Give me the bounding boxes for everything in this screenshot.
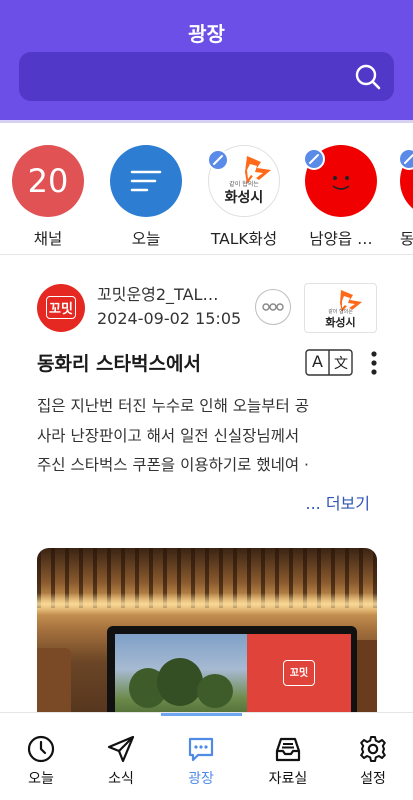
thumb-logo-text: 화성시 xyxy=(325,316,356,329)
avatar-text: 꼬밋 xyxy=(49,302,73,317)
nav-item-settings[interactable]: 설정 xyxy=(332,713,413,800)
channel-item-partial[interactable]: 동 xyxy=(398,145,413,249)
translate-glyph-right: 文 xyxy=(334,356,348,372)
search-icon[interactable] xyxy=(352,61,384,93)
nav-item-plaza[interactable]: 광장 xyxy=(160,713,242,800)
post-body-line: 집은 지난번 터진 누수로 인해 오늘부터 공 xyxy=(37,397,309,415)
inbox-icon xyxy=(275,737,301,762)
channel-count: 20 xyxy=(27,162,69,200)
channel-label: 채널 xyxy=(33,230,63,248)
hwaseong-logo: 같이 협의는 화성시 xyxy=(207,145,280,217)
app-root: 광장 20 채널 오늘 같이 협의는 화성시 TALK화성 남양읍 … 동 꼬밋… xyxy=(0,0,413,800)
clock-icon xyxy=(27,735,55,763)
channel-label: 오늘 xyxy=(131,230,161,248)
search-bar[interactable] xyxy=(19,52,394,101)
nav-item-archive[interactable]: 자료실 xyxy=(247,713,329,800)
edit-pencil-icon[interactable] xyxy=(398,148,413,170)
chat-icon xyxy=(188,737,214,762)
translate-icon[interactable]: A 文 xyxy=(305,349,353,376)
channel-item-namyang[interactable]: 남양읍 … xyxy=(303,145,379,249)
header: 광장 xyxy=(0,0,413,122)
channel-label: 동 xyxy=(400,230,413,248)
channel-avatar xyxy=(398,145,413,217)
post-body-line: 주신 스타벅스 쿠폰을 이용하기로 했네여 · xyxy=(37,456,309,474)
nav-label: 소식 xyxy=(108,771,134,787)
gear-icon xyxy=(360,736,386,762)
channel-count-circle: 20 xyxy=(12,145,84,217)
image-light xyxy=(37,593,377,615)
channel-item-talk-hwaseong[interactable]: 같이 협의는 화성시 TALK화성 xyxy=(206,145,282,249)
nav-item-news[interactable]: 소식 xyxy=(80,713,162,800)
channel-item-channels[interactable]: 20 채널 xyxy=(10,145,86,249)
translate-glyph-left: A xyxy=(312,352,323,371)
edit-pencil-icon[interactable] xyxy=(303,148,325,170)
read-more-link[interactable]: ... 더보기 xyxy=(305,490,370,514)
post-author[interactable]: 꼬밋운영2_TAL… xyxy=(97,281,247,305)
post-image[interactable]: 꼬밋 xyxy=(37,548,377,738)
send-icon xyxy=(107,735,135,763)
nav-label: 자료실 xyxy=(268,771,308,787)
nav-label: 설정 xyxy=(360,771,386,787)
kebab-menu-icon[interactable] xyxy=(368,350,380,376)
channel-item-today[interactable]: 오늘 xyxy=(108,145,184,249)
channel-thumbnail[interactable]: 같이 협의는 화성시 xyxy=(304,283,377,333)
logo-text: 화성시 xyxy=(224,190,264,206)
channel-label: TALK화성 xyxy=(210,230,278,248)
image-logo-text: 꼬밋 xyxy=(289,668,309,679)
edit-pencil-icon[interactable] xyxy=(207,149,229,171)
bottom-nav: 오늘 소식 광장 자료실 설정 xyxy=(0,712,413,800)
nav-label: 광장 xyxy=(188,771,214,787)
smiley-icon xyxy=(303,145,377,217)
post-title[interactable]: 동화리 스타벅스에서 xyxy=(37,349,201,376)
channel-strip[interactable]: 20 채널 오늘 같이 협의는 화성시 TALK화성 남양읍 … 동 xyxy=(0,123,413,255)
more-options-icon[interactable] xyxy=(255,289,291,325)
divider xyxy=(0,254,413,255)
channel-label: 남양읍 … xyxy=(309,230,373,248)
list-icon xyxy=(110,145,182,217)
post-date: 2024-09-02 15:05 xyxy=(97,309,242,328)
post-body-line: 사라 난장판이고 해서 일전 신실장님께서 xyxy=(37,426,300,445)
avatar[interactable]: 꼬밋 xyxy=(37,284,85,332)
nav-label: 오늘 xyxy=(28,771,54,787)
post-body: 집은 지난번 터진 누수로 인해 오늘부터 공 사라 난장판이고 해서 일전 신… xyxy=(37,392,382,481)
page-title: 광장 xyxy=(188,22,225,46)
nav-item-today[interactable]: 오늘 xyxy=(0,713,82,800)
